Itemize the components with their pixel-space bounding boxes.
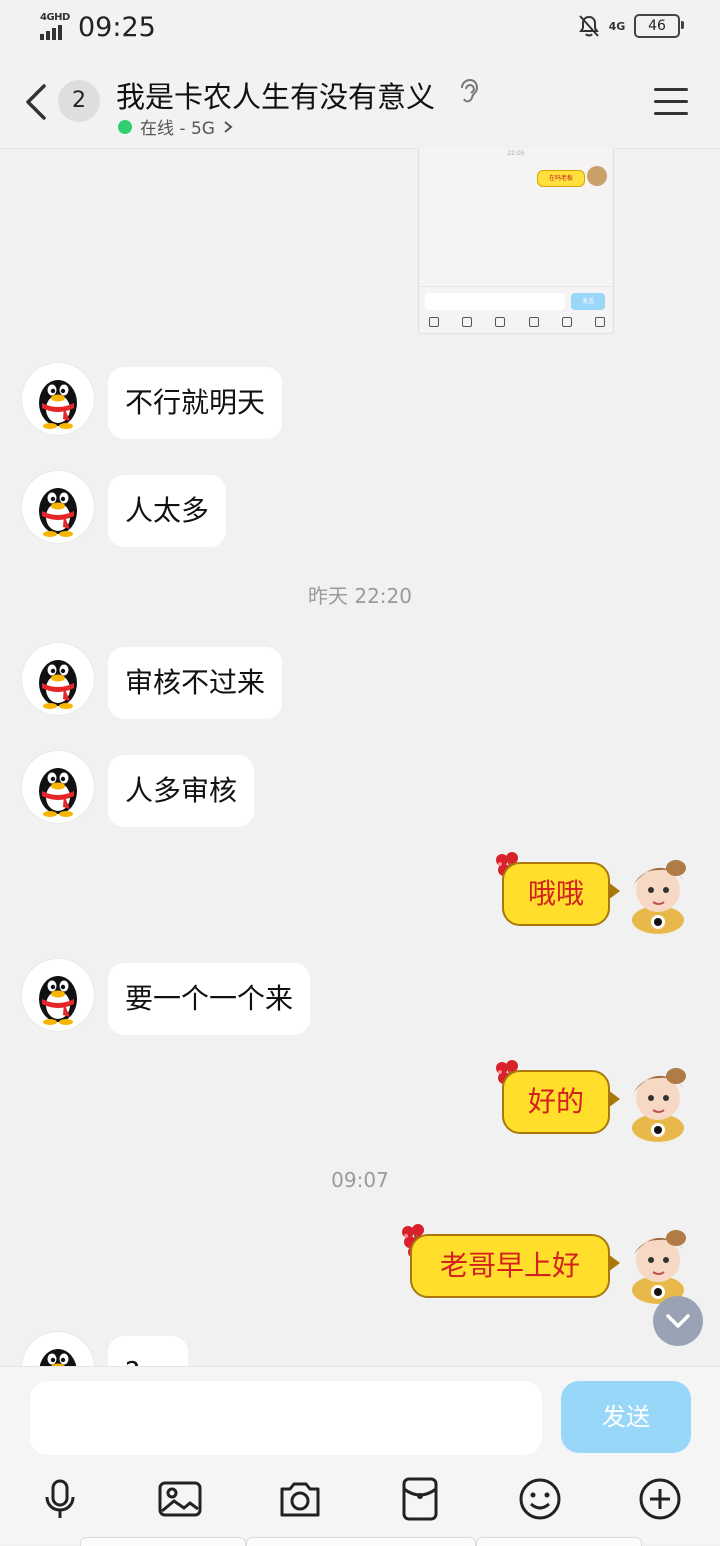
plus-icon[interactable] [636,1475,684,1523]
chevron-down-icon [666,1314,690,1328]
camera-icon[interactable] [276,1475,324,1523]
signal-icon: 4GHD [40,12,72,40]
thumbnail-send: 发送 [571,293,605,310]
thumbnail-time: 22:05 [507,150,525,157]
my-message-bubble[interactable]: 老哥早上好 [410,1234,620,1298]
chat-title[interactable]: 我是卡农人生有没有意义 [116,74,435,116]
red-packet-icon[interactable] [396,1475,444,1523]
unread-count-badge[interactable]: 2 [58,80,100,122]
battery-level: 46 [648,18,666,34]
battery-icon: 46 [634,14,684,38]
panel-tab-hint [476,1537,642,1546]
mobile-data-label: 4G [608,19,626,33]
contact-avatar[interactable] [22,471,94,543]
image-icon[interactable] [156,1475,204,1523]
my-avatar[interactable] [618,1058,702,1142]
message-bubble[interactable]: 人多审核 [108,755,255,827]
scroll-to-bottom-button[interactable] [653,1296,703,1346]
my-message-bubble[interactable]: 哦哦 [502,862,620,926]
mute-bell-icon [579,15,599,37]
contact-avatar[interactable] [22,363,94,435]
thumbnail-input-bar: 发送 [419,286,613,333]
thumbnail-bubble: 在吗老板 [537,170,585,187]
chat-header: 2 我是卡农人生有没有意义 在线 - 5G [0,56,720,149]
network-type-label: 4GHD [40,12,70,23]
contact-avatar[interactable] [22,643,94,715]
message-timestamp: 昨天 22:20 [308,584,412,608]
online-dot-icon [118,119,132,134]
back-arrow-icon[interactable] [22,80,52,124]
emoji-icon[interactable] [516,1475,564,1523]
panel-tab-hint [80,1537,246,1546]
contact-avatar[interactable] [22,751,94,823]
contact-avatar[interactable] [22,959,94,1031]
chevron-right-icon [224,120,233,133]
send-button[interactable]: 发送 [561,1381,691,1453]
message-timestamp: 09:07 [331,1168,389,1192]
my-message-bubble[interactable]: 好的 [502,1070,620,1134]
my-avatar[interactable] [618,850,702,934]
image-message-thumbnail[interactable]: 22:05 在吗老板 发送 [418,148,614,334]
status-bar: 4GHD 09:25 4G 46 [0,0,720,56]
message-bubble[interactable]: 审核不过来 [108,647,283,719]
presence-text: 在线 - 5G [140,119,215,139]
message-input[interactable] [30,1381,542,1455]
ear-icon [461,78,479,103]
presence-status[interactable]: 在线 - 5G [118,114,233,139]
message-bubble[interactable]: 人太多 [108,475,227,547]
status-time: 09:25 [78,12,156,43]
thumbnail-avatar [587,166,607,186]
composer-bar: 发送 [0,1366,720,1546]
my-avatar[interactable] [618,1220,702,1304]
panel-tab-hint [246,1537,476,1546]
message-bubble[interactable]: 不行就明天 [108,367,283,439]
mic-icon[interactable] [36,1475,84,1523]
menu-icon[interactable] [654,88,688,116]
message-bubble[interactable]: 要一个一个来 [108,963,311,1035]
